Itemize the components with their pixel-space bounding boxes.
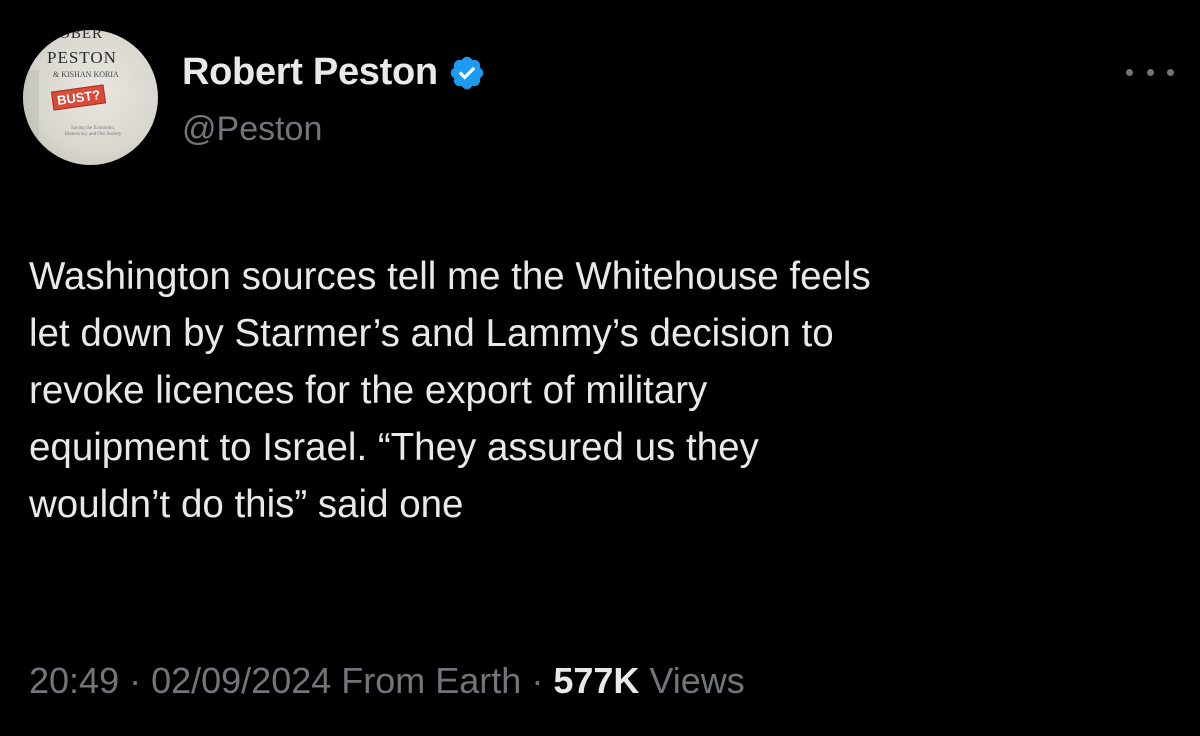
meta-separator: · — [119, 660, 152, 701]
views-label: Views — [639, 660, 745, 701]
avatar-book-coauthor: & KISHAN KORIA — [53, 70, 119, 79]
views-count[interactable]: 577K — [553, 660, 639, 701]
tweet-text: Washington sources tell me the Whitehous… — [29, 255, 871, 526]
tweet-source: From Earth — [331, 660, 522, 701]
author-name-row: Robert Peston — [182, 51, 486, 94]
more-dot-icon — [1167, 68, 1174, 76]
more-dot-icon — [1126, 68, 1133, 76]
tweet-card: OBER PESTON & KISHAN KORIA BUST? Saving … — [0, 0, 1200, 736]
more-dot-icon — [1146, 68, 1154, 76]
more-options-button[interactable] — [1126, 62, 1174, 82]
avatar-book-badge: BUST? — [50, 84, 107, 111]
verified-badge-icon — [450, 56, 484, 89]
meta-separator: · — [521, 660, 554, 701]
avatar[interactable]: OBER PESTON & KISHAN KORIA BUST? Saving … — [23, 30, 158, 165]
tweet-time[interactable]: 20:49 — [29, 660, 119, 701]
tweet-meta: 20:49 · 02/09/2024 From Earth · 577K Vie… — [29, 660, 745, 702]
tweet-date[interactable]: 02/09/2024 — [151, 660, 331, 701]
avatar-book-top-text: OBER — [59, 30, 104, 42]
avatar-book-name: PESTON — [47, 48, 117, 67]
avatar-book-subtitle: Saving the Economic, Democracy and Our S… — [64, 126, 122, 137]
avatar-book-edge — [23, 70, 39, 150]
author-display-name[interactable]: Robert Peston — [182, 51, 438, 94]
author-handle[interactable]: @Peston — [182, 110, 322, 149]
